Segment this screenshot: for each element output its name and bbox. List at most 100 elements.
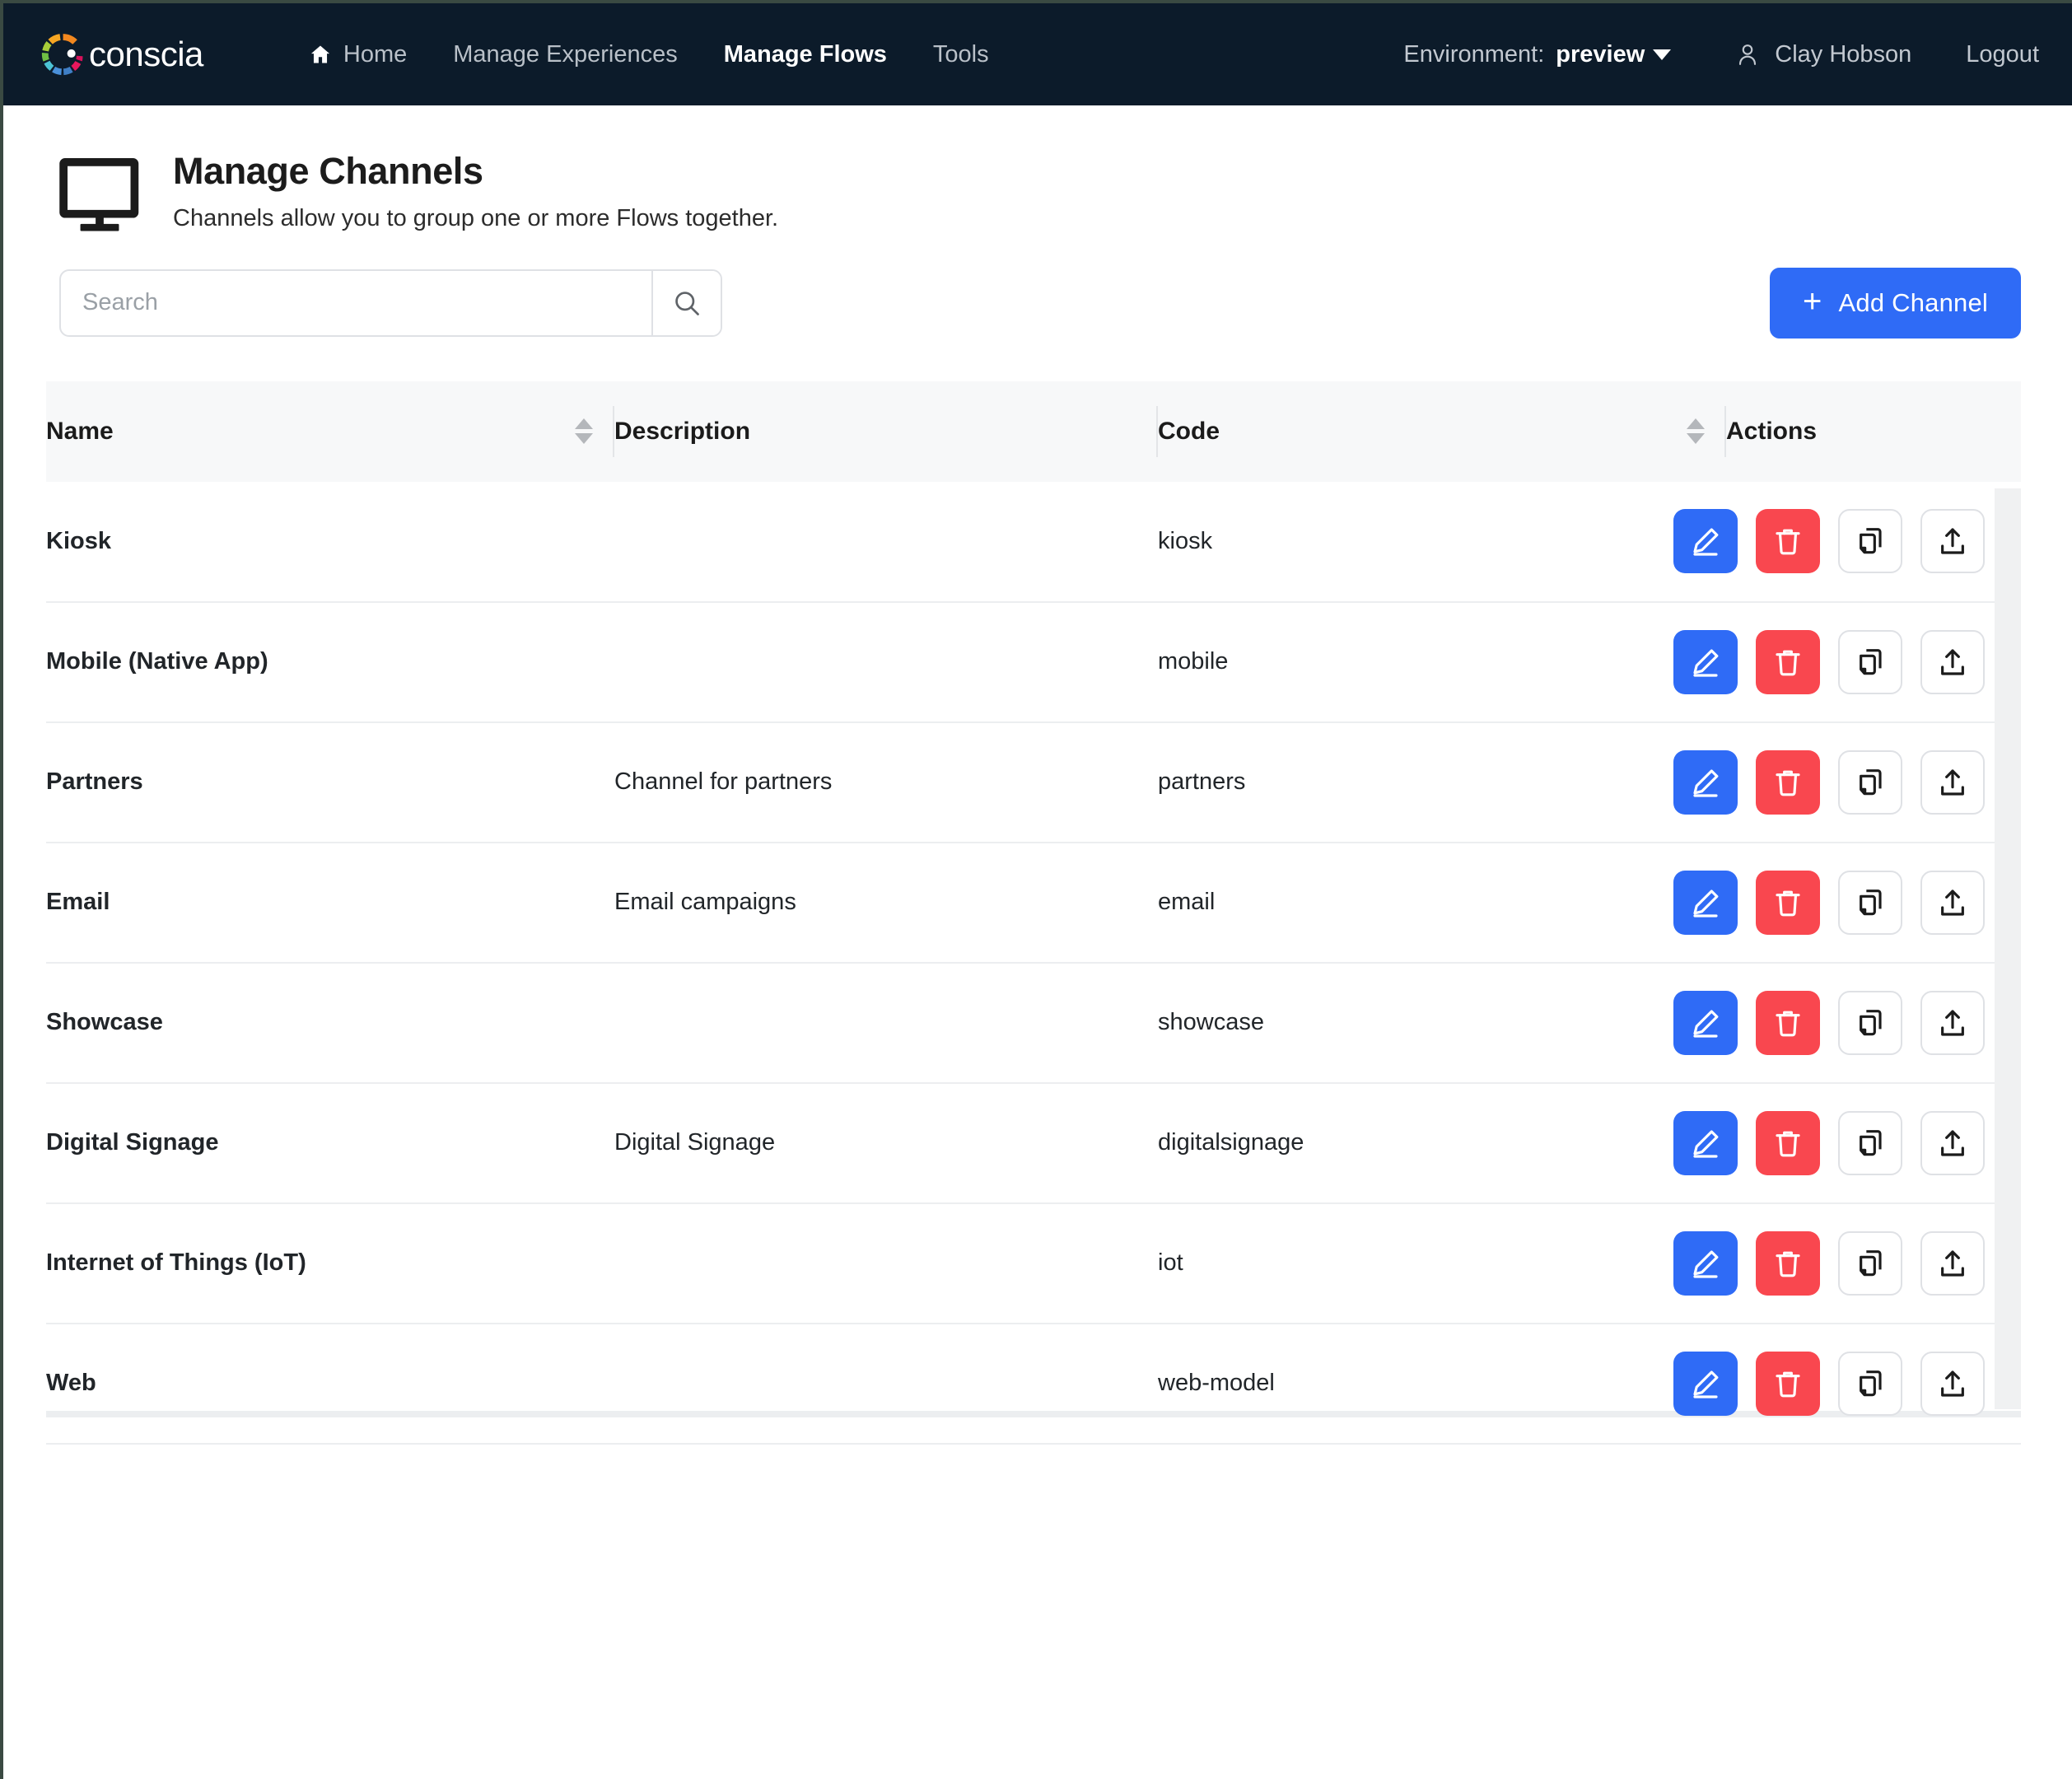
table-row[interactable]: Showcase showcase bbox=[46, 962, 2021, 1084]
delete-button[interactable] bbox=[1756, 1230, 1820, 1296]
delete-button[interactable] bbox=[1756, 629, 1820, 694]
monitor-icon bbox=[59, 158, 139, 231]
edit-button[interactable] bbox=[1673, 1230, 1738, 1296]
logout-button[interactable]: Logout bbox=[1966, 41, 2039, 68]
pencil-icon bbox=[1693, 1370, 1719, 1398]
cell-actions bbox=[1673, 481, 2021, 603]
cell-name: Internet of Things (IoT) bbox=[46, 1202, 614, 1324]
table-row[interactable]: Internet of Things (IoT) iot bbox=[46, 1202, 2021, 1324]
app-page: conscia Home Manage Experiences Manage F… bbox=[0, 0, 2072, 1779]
duplicate-button[interactable] bbox=[1838, 1230, 1902, 1296]
sort-desc-icon bbox=[575, 433, 593, 445]
edit-button[interactable] bbox=[1673, 1110, 1738, 1175]
copy-icon bbox=[1860, 889, 1882, 915]
export-button[interactable] bbox=[1920, 1351, 1985, 1416]
cell-actions bbox=[1673, 1323, 2021, 1445]
search-button[interactable] bbox=[651, 270, 721, 335]
export-button[interactable] bbox=[1920, 1230, 1985, 1296]
export-button[interactable] bbox=[1920, 749, 1985, 815]
edit-button[interactable] bbox=[1673, 990, 1738, 1055]
user-name: Clay Hobson bbox=[1775, 40, 1912, 68]
add-channel-button[interactable]: + Add Channel bbox=[1769, 267, 2021, 339]
cell-actions bbox=[1673, 721, 2021, 843]
trash-icon bbox=[1776, 1251, 1800, 1277]
edit-button[interactable] bbox=[1673, 749, 1738, 815]
duplicate-button[interactable] bbox=[1838, 749, 1902, 815]
cell-code: showcase bbox=[1158, 962, 1726, 1084]
cell-description bbox=[614, 481, 1158, 603]
export-button[interactable] bbox=[1920, 870, 1985, 935]
nav-item-tools[interactable]: Tools bbox=[910, 33, 1012, 77]
cell-name: Kiosk bbox=[46, 481, 614, 603]
cell-actions bbox=[1673, 842, 2021, 964]
export-button[interactable] bbox=[1920, 1110, 1985, 1175]
duplicate-button[interactable] bbox=[1838, 509, 1902, 574]
cell-name: Mobile (Native App) bbox=[46, 601, 614, 723]
duplicate-button[interactable] bbox=[1838, 870, 1902, 935]
delete-button[interactable] bbox=[1756, 870, 1820, 935]
pencil-icon bbox=[1693, 1129, 1719, 1158]
nav-item-manage-flows[interactable]: Manage Flows bbox=[701, 33, 910, 77]
column-header-name[interactable]: Name bbox=[46, 381, 614, 482]
delete-button[interactable] bbox=[1756, 1110, 1820, 1175]
delete-button[interactable] bbox=[1756, 990, 1820, 1055]
channels-table-body: Kiosk kiosk Mobile (Native App) mobile P… bbox=[46, 481, 2021, 1445]
add-channel-label: Add Channel bbox=[1838, 287, 1988, 317]
duplicate-button[interactable] bbox=[1838, 1110, 1902, 1175]
column-header-actions-label: Actions bbox=[1726, 417, 1818, 445]
cell-description bbox=[614, 601, 1158, 723]
cell-code: mobile bbox=[1158, 601, 1726, 723]
export-button[interactable] bbox=[1920, 509, 1985, 574]
environment-value: preview bbox=[1556, 40, 1645, 68]
table-row[interactable]: Mobile (Native App) mobile bbox=[46, 601, 2021, 723]
navbar-right-cluster: Environment: preview Clay Hobson Logout bbox=[1403, 33, 2039, 77]
cell-name: Digital Signage bbox=[46, 1082, 614, 1204]
copy-icon bbox=[1860, 1249, 1882, 1276]
table-row[interactable]: Digital Signage Digital Signage digitals… bbox=[46, 1082, 2021, 1204]
pencil-icon bbox=[1693, 528, 1719, 556]
nav-item-home[interactable]: Home bbox=[286, 33, 430, 77]
delete-button[interactable] bbox=[1756, 1351, 1820, 1416]
export-button[interactable] bbox=[1920, 990, 1985, 1055]
table-toolbar: + Add Channel bbox=[3, 233, 2072, 339]
search-input[interactable] bbox=[61, 270, 651, 335]
cell-code: digitalsignage bbox=[1158, 1082, 1726, 1204]
table-vertical-scrollbar[interactable] bbox=[1995, 488, 2021, 1409]
edit-button[interactable] bbox=[1673, 509, 1738, 574]
edit-button[interactable] bbox=[1673, 629, 1738, 694]
duplicate-button[interactable] bbox=[1838, 629, 1902, 694]
row-action-group bbox=[1673, 509, 2021, 574]
brand-logo[interactable]: conscia bbox=[40, 31, 203, 77]
cell-description: Email campaigns bbox=[614, 842, 1158, 964]
user-menu[interactable]: Clay Hobson bbox=[1735, 41, 1911, 68]
duplicate-button[interactable] bbox=[1838, 1351, 1902, 1416]
page-subtitle: Channels allow you to group one or more … bbox=[173, 204, 779, 231]
export-button[interactable] bbox=[1920, 629, 1985, 694]
environment-selector[interactable]: Environment: preview bbox=[1403, 33, 1672, 77]
row-action-group bbox=[1673, 870, 2021, 935]
top-navbar: conscia Home Manage Experiences Manage F… bbox=[3, 3, 2072, 105]
delete-button[interactable] bbox=[1756, 509, 1820, 574]
edit-button[interactable] bbox=[1673, 1351, 1738, 1416]
cell-description bbox=[614, 1323, 1158, 1445]
column-header-code[interactable]: Code bbox=[1158, 381, 1726, 482]
channels-table-wrapper: Name Description Code Actions Kiosk kios… bbox=[46, 381, 2021, 1445]
table-row[interactable]: Partners Channel for partners partners bbox=[46, 721, 2021, 843]
trash-icon bbox=[1776, 529, 1800, 555]
table-row[interactable]: Email Email campaigns email bbox=[46, 842, 2021, 964]
nav-item-manage-flows-label: Manage Flows bbox=[723, 40, 887, 68]
sort-asc-icon bbox=[1687, 418, 1705, 430]
table-row[interactable]: Web web-model bbox=[46, 1323, 2021, 1445]
sort-toggle-name[interactable] bbox=[575, 418, 593, 445]
nav-item-home-label: Home bbox=[343, 40, 408, 68]
sort-toggle-code[interactable] bbox=[1687, 418, 1705, 445]
cell-actions bbox=[1673, 962, 2021, 1084]
edit-button[interactable] bbox=[1673, 870, 1738, 935]
duplicate-button[interactable] bbox=[1838, 990, 1902, 1055]
cell-name: Showcase bbox=[46, 962, 614, 1084]
delete-button[interactable] bbox=[1756, 749, 1820, 815]
column-header-description[interactable]: Description bbox=[614, 381, 1158, 482]
upload-icon bbox=[1941, 768, 1964, 796]
nav-item-manage-experiences[interactable]: Manage Experiences bbox=[430, 33, 700, 77]
table-row[interactable]: Kiosk kiosk bbox=[46, 481, 2021, 603]
